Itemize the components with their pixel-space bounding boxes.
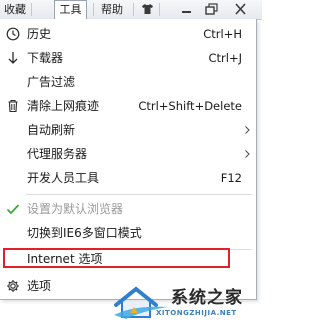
menu-item-label: 选项 — [27, 279, 52, 293]
menu-item-auto-refresh[interactable]: 自动刷新 — [0, 118, 256, 142]
highlight-box — [3, 248, 230, 268]
skin-icon[interactable] — [141, 3, 154, 15]
menu-item-shortcut: Ctrl+H — [203, 27, 242, 41]
menu-separator — [31, 3, 32, 16]
menu-bar: 收藏 工具 帮助 — [0, 0, 262, 20]
menu-item-label: 代理服务器 — [27, 147, 88, 161]
menu-item-label: 清除上网痕迹 — [27, 99, 100, 113]
menu-item-label: 开发人员工具 — [27, 171, 100, 185]
minimize-icon[interactable] — [180, 3, 193, 15]
gear-icon — [7, 280, 19, 292]
menu-separator — [26, 194, 252, 195]
close-icon[interactable] — [234, 3, 247, 15]
menu-item-downloader[interactable]: 下载器 Ctrl+J — [0, 46, 256, 70]
menu-item-label: 切换到IE6多窗口模式 — [27, 226, 142, 240]
download-arrow-icon — [8, 52, 18, 64]
menu-help[interactable]: 帮助 — [97, 1, 127, 18]
menu-item-label: 自动刷新 — [27, 123, 76, 137]
watermark-text-en: XITONGZHIJIA.NET — [156, 309, 237, 317]
menu-item-shortcut: F12 — [220, 171, 242, 185]
menu-separator — [133, 3, 134, 16]
menu-item-history[interactable]: 历史 Ctrl+H — [0, 22, 256, 46]
menu-separator — [93, 3, 94, 16]
menu-item-label: 下载器 — [27, 51, 64, 65]
watermark-logo: 系统之家 XITONGZHIJIA.NET — [112, 283, 262, 324]
menu-item-shortcut: Ctrl+Shift+Delete — [138, 99, 242, 113]
menu-tools[interactable]: 工具 — [54, 0, 87, 19]
checkmark-icon — [6, 204, 20, 215]
menu-separator — [159, 3, 160, 16]
watermark-text-cn: 系统之家 — [171, 288, 243, 308]
chevron-right-icon — [245, 150, 250, 158]
menu-item-label: 广告过滤 — [27, 75, 76, 89]
menu-favorites[interactable]: 收藏 — [0, 1, 30, 18]
clock-icon — [6, 27, 20, 41]
menu-item-shortcut: Ctrl+J — [208, 51, 243, 65]
menu-item-ad-filter[interactable]: 广告过滤 — [0, 70, 256, 94]
menu-item-proxy-server[interactable]: 代理服务器 — [0, 142, 256, 166]
restore-icon[interactable] — [205, 3, 218, 15]
chevron-right-icon — [245, 126, 250, 134]
menu-item-label: 设置为默认浏览器 — [27, 202, 124, 216]
trash-icon — [8, 99, 18, 113]
menu-item-switch-ie6-mode[interactable]: 切换到IE6多窗口模式 — [0, 221, 256, 245]
menu-item-clear-traces[interactable]: 清除上网痕迹 Ctrl+Shift+Delete — [0, 94, 256, 118]
menu-item-developer-tools[interactable]: 开发人员工具 F12 — [0, 166, 256, 190]
menu-item-label: 历史 — [27, 27, 52, 41]
menu-item-set-default-browser: 设置为默认浏览器 — [0, 197, 256, 221]
